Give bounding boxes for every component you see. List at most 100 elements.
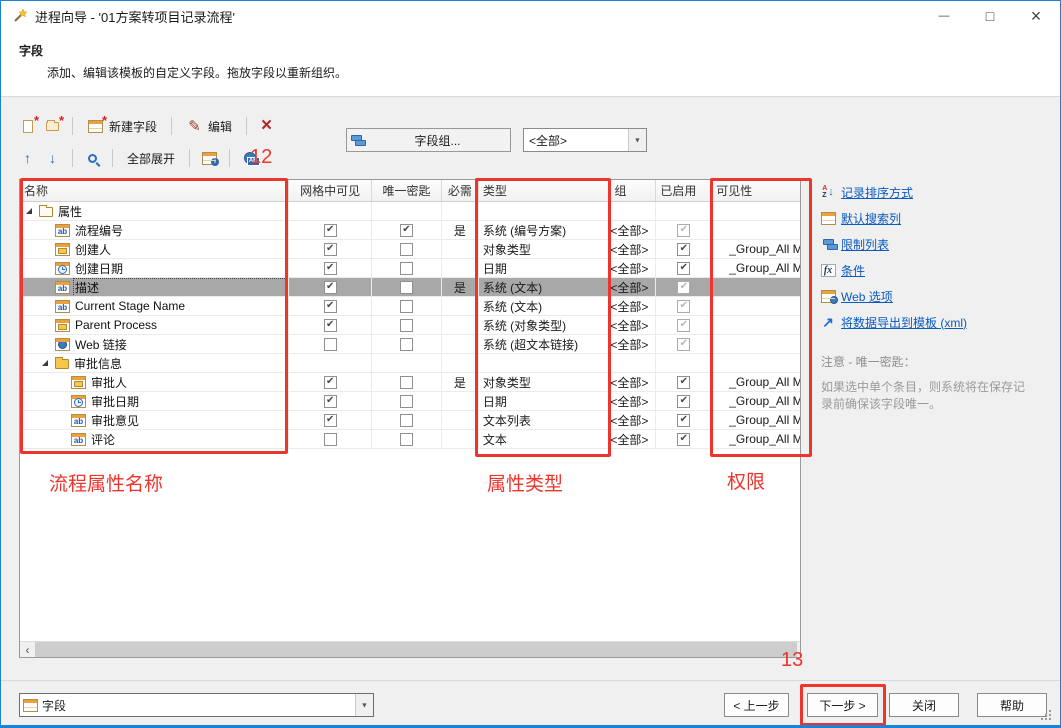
sidebar-link-4[interactable]: Web 选项 [819,283,1053,309]
table-row[interactable]: 审批信息 [20,354,800,373]
checkbox[interactable] [677,376,690,389]
edit-button[interactable]: 编辑 [183,116,235,137]
table-row[interactable]: ab审批意见文本列表<全部>_Group_All My [20,411,800,430]
checkbox[interactable] [324,414,337,427]
checkbox[interactable] [677,395,690,408]
sidebar-link-3[interactable]: fx条件 [819,257,1053,283]
checkbox[interactable] [324,338,337,351]
column-header-1[interactable]: 网格中可见 [289,180,372,201]
column-header-4[interactable]: 类型 [479,180,611,201]
sidebar-link-2[interactable]: 限制列表 [819,231,1053,257]
checkbox[interactable] [677,338,690,351]
table-row[interactable]: 创建日期日期<全部>_Group_All My [20,259,800,278]
column-header-5[interactable]: 组 [610,180,656,201]
checkbox[interactable] [400,414,413,427]
resize-grip[interactable] [1041,710,1053,722]
text-field-glyph: ab [74,417,83,426]
checkbox[interactable] [324,300,337,313]
table-row[interactable]: ab描述是系统 (文本)<全部> [20,278,800,297]
table-row[interactable]: 创建人对象类型<全部>_Group_All My [20,240,800,259]
checkbox[interactable] [677,243,690,256]
table-row[interactable]: 审批日期日期<全部>_Group_All My [20,392,800,411]
toolbar-separator [112,149,113,167]
table-row[interactable]: ab评论文本<全部>_Group_All My [20,430,800,449]
checkbox[interactable] [324,395,337,408]
maximize-icon[interactable] [967,1,1013,31]
checkbox[interactable] [677,414,690,427]
sidebar-link-5[interactable]: ↗将数据导出到模板 (xml) [819,309,1053,335]
checkbox[interactable] [400,224,413,237]
new-record-icon[interactable] [19,118,36,134]
delete-icon[interactable] [258,118,275,134]
checkbox[interactable] [400,433,413,446]
new-folder-icon[interactable] [44,118,61,134]
globe-translate-icon[interactable] [241,150,258,166]
checkbox[interactable] [400,243,413,256]
table-info-icon[interactable] [201,150,218,166]
column-header-6[interactable]: 已启用 [656,180,712,201]
checkbox[interactable] [324,433,337,446]
checkbox[interactable] [400,300,413,313]
expand-triangle-icon[interactable] [42,360,48,366]
help-button[interactable]: 帮助 [977,693,1047,717]
table-row[interactable]: Parent Process系统 (对象类型)<全部> [20,316,800,335]
column-header-0[interactable]: 名称 [20,180,289,201]
sidebar-link-1[interactable]: 默认搜索列 [819,205,1053,231]
column-header-7[interactable]: 可见性 [712,180,800,201]
checkbox[interactable] [324,319,337,332]
table-row[interactable]: abCurrent Stage Name系统 (文本)<全部> [20,297,800,316]
checkbox[interactable] [324,281,337,294]
checkbox[interactable] [400,319,413,332]
checkbox[interactable] [400,376,413,389]
close-button[interactable]: 关闭 [889,693,959,717]
table-row[interactable]: 属性 [20,202,800,221]
checkbox[interactable] [324,224,337,237]
column-header-2[interactable]: 唯一密匙 [372,180,442,201]
row-label: 审批意见 [90,412,288,429]
scrollbar-thumb[interactable] [35,642,797,657]
minimize-icon[interactable] [921,1,967,31]
next-button[interactable]: 下一步 > [807,693,878,717]
search-icon[interactable] [84,150,101,166]
expand-triangle-icon[interactable] [26,208,32,214]
object-field-icon [55,319,70,332]
scroll-left-icon[interactable] [20,642,35,657]
checkbox[interactable] [677,319,690,332]
down-arrow-glyph: ↓ [828,186,834,198]
sidebar-link-0[interactable]: AZ↓记录排序方式 [819,179,1053,205]
enabled-cell [656,392,712,410]
type-cell: 日期 [479,392,611,410]
expand-all-button[interactable]: 全部展开 [124,148,178,169]
checkbox[interactable] [677,224,690,237]
checkbox[interactable] [677,300,690,313]
group-filter-dropdown[interactable]: <全部> [523,128,647,152]
table-row[interactable]: ab流程编号是系统 (编号方案)<全部> [20,221,800,240]
move-up-icon[interactable] [19,150,36,166]
checkbox[interactable] [677,262,690,275]
checkbox[interactable] [400,338,413,351]
checkbox[interactable] [324,376,337,389]
new-field-button[interactable]: 新建字段 [84,116,160,137]
checkbox[interactable] [324,262,337,275]
step-combobox[interactable]: 字段 [19,693,374,717]
previous-button[interactable]: < 上一步 [724,693,789,717]
chevron-down-icon[interactable] [355,694,373,716]
column-header-3[interactable]: 必需 [442,180,479,201]
web-field-icon [55,338,70,351]
checkbox[interactable] [324,243,337,256]
checkbox[interactable] [400,262,413,275]
fields-table: 名称网格中可见唯一密匙必需类型组已启用可见性 属性ab流程编号是系统 (编号方案… [19,179,801,658]
checkbox[interactable] [400,395,413,408]
horizontal-scrollbar[interactable] [20,641,800,657]
table-row[interactable]: 审批人是对象类型<全部>_Group_All My [20,373,800,392]
checkbox[interactable] [677,281,690,294]
chevron-down-icon[interactable] [628,129,646,151]
checkbox[interactable] [677,433,690,446]
field-group-button[interactable]: 字段组... [346,128,511,152]
table-row[interactable]: Web 链接系统 (超文本链接)<全部> [20,335,800,354]
visibility-cell: _Group_All My [712,430,800,448]
move-down-icon[interactable] [44,150,61,166]
close-icon[interactable] [1013,1,1059,31]
group-cell: <全部> [610,278,656,296]
checkbox[interactable] [400,281,413,294]
